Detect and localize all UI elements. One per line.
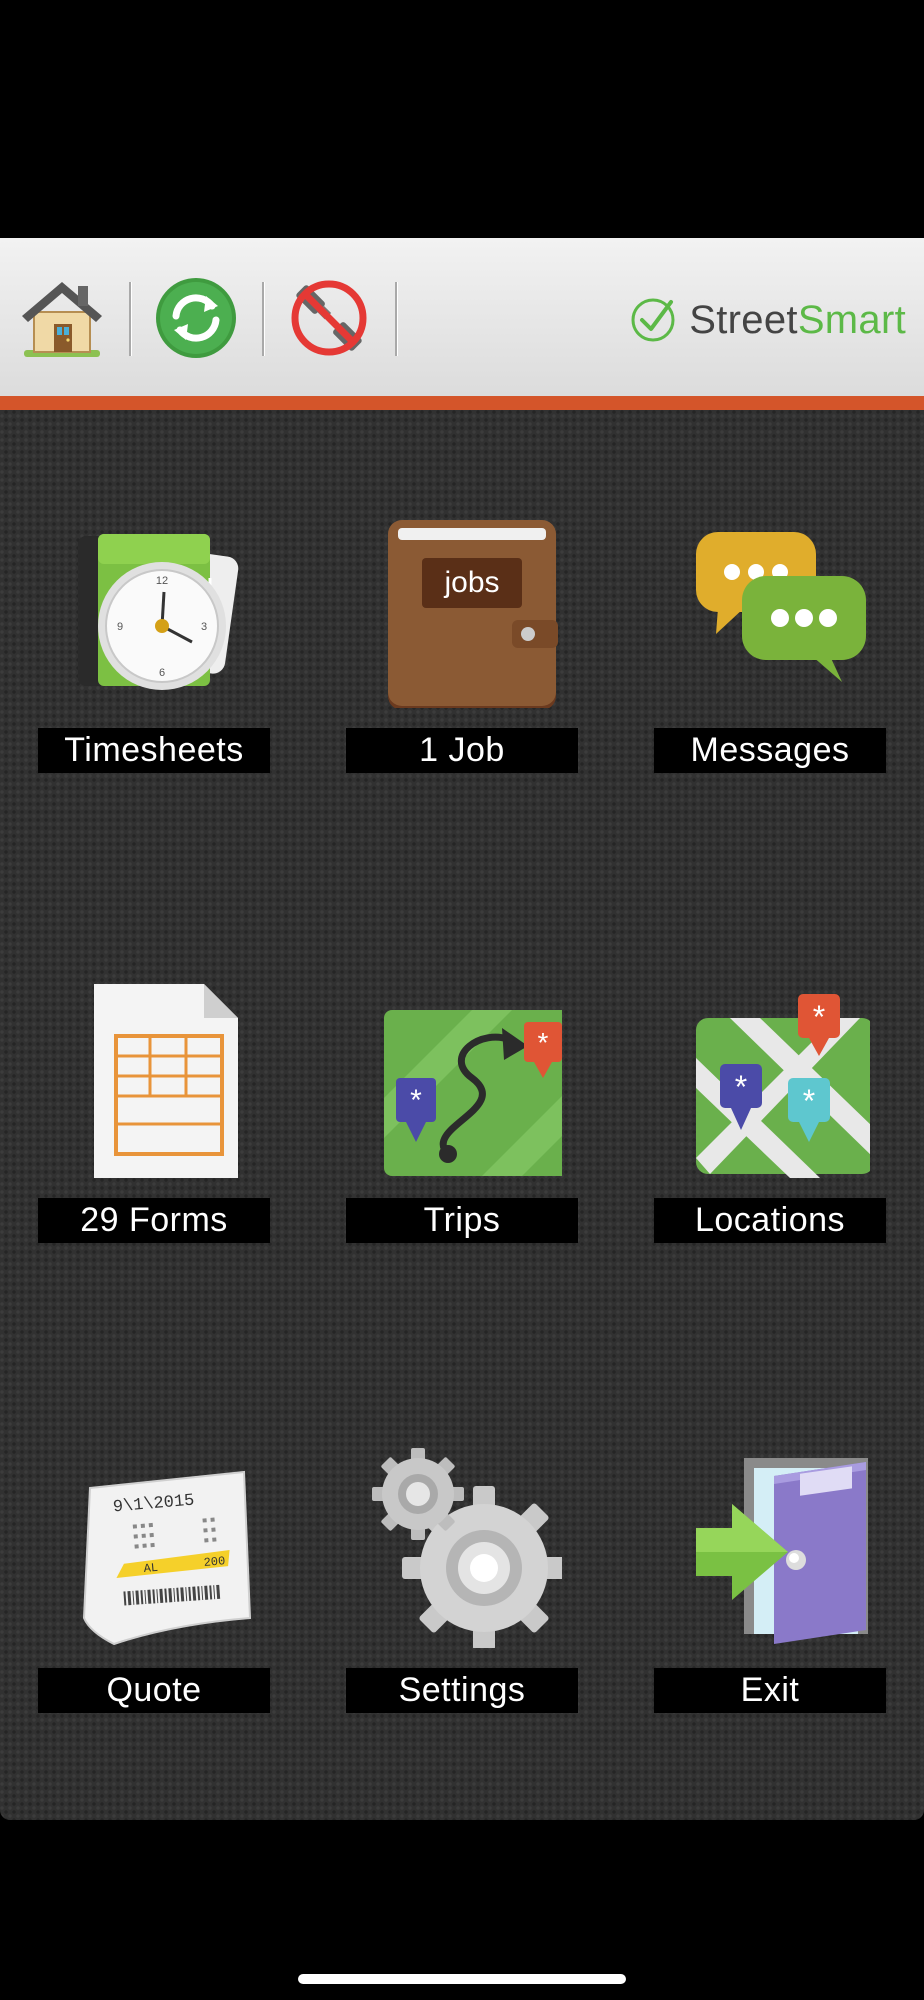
tile-messages[interactable]: Messages bbox=[654, 508, 886, 808]
svg-text:200: 200 bbox=[203, 1554, 226, 1570]
tile-label: Quote bbox=[38, 1668, 270, 1713]
exit-door-icon bbox=[670, 1448, 870, 1648]
svg-text:3: 3 bbox=[201, 621, 207, 633]
refresh-icon bbox=[156, 278, 236, 358]
connection-button[interactable] bbox=[287, 276, 371, 360]
tile-trips[interactable]: * * Trips bbox=[346, 978, 578, 1278]
toolbar-separator bbox=[395, 282, 397, 356]
svg-text:*: * bbox=[410, 1084, 422, 1117]
toolbar-separator bbox=[129, 282, 131, 356]
tile-locations[interactable]: * * * Locations bbox=[654, 978, 886, 1278]
chat-bubbles-icon bbox=[670, 508, 870, 708]
home-indicator[interactable] bbox=[298, 1974, 626, 1984]
svg-text:*: * bbox=[813, 999, 825, 1035]
brand-name: StreetSmart bbox=[689, 297, 906, 342]
tile-label: 29 Forms bbox=[38, 1198, 270, 1243]
tile-label: Messages bbox=[654, 728, 886, 773]
gears-icon bbox=[362, 1448, 562, 1648]
jobs-wallet-icon: jobs bbox=[362, 508, 562, 708]
tile-quote[interactable]: 9\1\2015 AL 200 Quote bbox=[38, 1448, 270, 1748]
trip-route-map-icon: * * bbox=[362, 978, 562, 1178]
svg-text:*: * bbox=[538, 1027, 549, 1058]
tile-settings[interactable]: Settings bbox=[346, 1448, 578, 1748]
svg-text:12: 12 bbox=[156, 575, 168, 587]
tile-label: Locations bbox=[654, 1198, 886, 1243]
tile-exit[interactable]: Exit bbox=[654, 1448, 886, 1748]
brand-logo: StreetSmart bbox=[629, 298, 906, 342]
sync-button[interactable] bbox=[154, 276, 238, 360]
svg-text:jobs: jobs bbox=[443, 566, 499, 599]
tile-timesheets[interactable]: 12 3 6 9 Timesheets bbox=[38, 508, 270, 808]
svg-text:AL: AL bbox=[143, 1561, 159, 1576]
location-pins-map-icon: * * * bbox=[670, 978, 870, 1178]
svg-text:9: 9 bbox=[117, 621, 123, 633]
toolbar: StreetSmart bbox=[0, 238, 924, 410]
checkmark-circle-icon bbox=[631, 298, 675, 342]
tile-label: Trips bbox=[346, 1198, 578, 1243]
house-icon bbox=[22, 282, 102, 357]
tile-label: Timesheets bbox=[38, 728, 270, 773]
app-screen: StreetSmart 12 3 6 9 Timesheets jobs 1 J… bbox=[0, 238, 924, 1820]
disconnected-plug-icon bbox=[291, 280, 367, 356]
tile-label: Exit bbox=[654, 1668, 886, 1713]
svg-text:*: * bbox=[803, 1083, 815, 1119]
form-document-icon bbox=[54, 978, 254, 1178]
home-button[interactable] bbox=[20, 276, 104, 360]
toolbar-separator bbox=[262, 282, 264, 356]
tile-label: Settings bbox=[346, 1668, 578, 1713]
tile-label: 1 Job bbox=[346, 728, 578, 773]
tile-jobs[interactable]: jobs 1 Job bbox=[346, 508, 578, 808]
svg-text:6: 6 bbox=[159, 667, 165, 679]
timesheet-clock-icon: 12 3 6 9 bbox=[54, 508, 254, 708]
svg-text:*: * bbox=[735, 1069, 747, 1105]
receipt-icon: 9\1\2015 AL 200 bbox=[54, 1448, 254, 1648]
tile-forms[interactable]: 29 Forms bbox=[38, 978, 270, 1278]
